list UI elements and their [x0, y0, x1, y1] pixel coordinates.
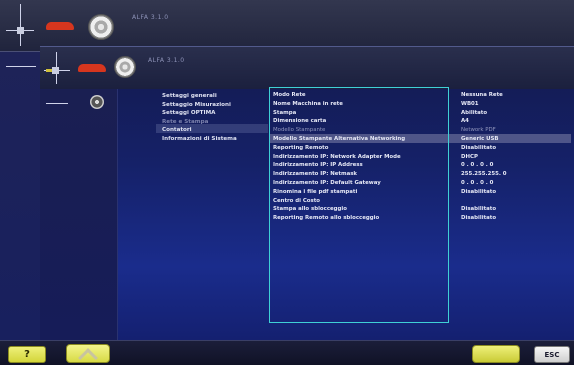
menu-item-network-print[interactable]: Rete e Stampa [162, 118, 237, 127]
confirm-button[interactable] [472, 345, 520, 363]
setting-label-remote-reporting[interactable]: Reporting Remoto [273, 144, 405, 153]
setting-value-network-mode[interactable]: Nessuna Rete [461, 91, 507, 100]
setting-label-gateway[interactable]: Indirizzamento IP: Default Gateway [273, 179, 405, 188]
setting-label-adapter-mode[interactable]: Indirizzamento IP: Network Adapter Mode [273, 153, 405, 162]
setting-value-gateway[interactable]: 0 . 0 . 0 . 0 [461, 179, 507, 188]
settings-menu: Settaggi generali Settaggio Misurazioni … [162, 92, 237, 144]
setting-value-printer-model[interactable]: Network PDF [461, 126, 507, 135]
setting-label-rename-pdf[interactable]: Rinomina i file pdf stampati [273, 188, 405, 197]
menu-item-measurement[interactable]: Settaggio Misurazioni [162, 101, 237, 110]
up-button[interactable] [66, 344, 110, 365]
setting-label-machine-name[interactable]: Nome Macchina in rete [273, 100, 405, 109]
setting-label-remote-unlock[interactable]: Reporting Remoto allo sblocceggio [273, 214, 405, 223]
setting-label-cost-center[interactable]: Centro di Costo [273, 197, 405, 206]
setting-label-network-mode[interactable]: Modo Rete [273, 91, 405, 100]
axis-marker-icon [46, 69, 52, 72]
setting-value-machine-name[interactable]: WB01 [461, 100, 507, 109]
setting-label-print[interactable]: Stampa [273, 109, 405, 118]
setting-value-alt-printer[interactable]: Generic USB [461, 135, 507, 144]
setting-label-print-unlock[interactable]: Stampa allo sblocceggio [273, 205, 405, 214]
car-icon[interactable] [78, 64, 106, 72]
menu-item-counters[interactable]: Contatori [162, 126, 237, 135]
car-icon[interactable] [46, 22, 74, 30]
back-window-title: ALFA 3.1.0 [132, 14, 169, 21]
axis-icon [20, 4, 21, 46]
settings-labels: Modo Rete Nome Macchina in rete Stampa D… [273, 91, 405, 223]
back-sidebar [0, 52, 40, 340]
setting-label-alt-printer[interactable]: Modello Stampante Alternativa Networking [273, 135, 405, 144]
setting-value-paper-size[interactable]: A4 [461, 117, 507, 126]
setting-value-adapter-mode[interactable]: DHCP [461, 153, 507, 162]
setting-value-netmask[interactable]: 255.255.255. 0 [461, 170, 507, 179]
setting-value-rename-pdf[interactable]: Disabilitato [461, 188, 507, 197]
setting-label-paper-size[interactable]: Dimensione carta [273, 117, 405, 126]
setting-label-netmask[interactable]: Indirizzamento IP: Netmask [273, 170, 405, 179]
tie-rod-icon [6, 66, 36, 67]
chevron-up-icon [78, 348, 98, 365]
front-sidebar [40, 89, 118, 341]
axis-marker-icon [17, 27, 24, 34]
setting-value-cost-center[interactable] [461, 197, 507, 206]
axis-marker-icon [52, 67, 59, 74]
setting-value-ip-address[interactable]: 0 . 0 . 0 . 0 [461, 161, 507, 170]
setting-value-print-unlock[interactable]: Disabilitato [461, 205, 507, 214]
wheel-icon[interactable] [114, 56, 136, 78]
wheel-icon[interactable] [88, 14, 114, 40]
setting-label-ip-address[interactable]: Indirizzamento IP: IP Address [273, 161, 405, 170]
setting-value-remote-reporting[interactable]: Disabilitato [461, 144, 507, 153]
esc-button[interactable]: ESC [534, 346, 570, 363]
tie-rod-icon [46, 103, 68, 104]
setting-value-print[interactable]: Abilitato [461, 109, 507, 118]
menu-item-general[interactable]: Settaggi generali [162, 92, 237, 101]
setting-label-printer-model[interactable]: Modello Stampante [273, 126, 405, 135]
back-window-titlebar: ALFA 3.1.0 [0, 0, 574, 52]
help-button[interactable]: ? [8, 346, 46, 363]
settings-values: Nessuna Rete WB01 Abilitato A4 Network P… [461, 91, 507, 223]
setting-value-remote-unlock[interactable]: Disabilitato [461, 214, 507, 223]
front-window-title: ALFA 3.1.0 [148, 57, 185, 64]
menu-item-optima[interactable]: Settaggi OPTIMA [162, 109, 237, 118]
menu-item-system-info[interactable]: Informazioni di Sistema [162, 135, 237, 144]
dial-icon[interactable] [90, 95, 104, 109]
